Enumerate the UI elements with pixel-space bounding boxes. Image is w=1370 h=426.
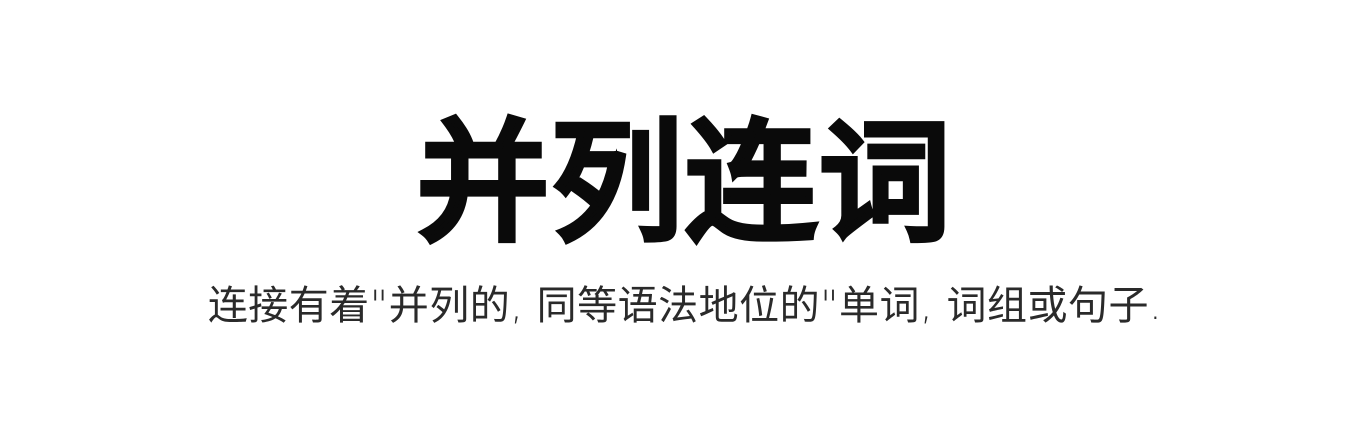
slide-canvas: 并列连词 连接有着"并列的, 同等语法地位的"单词, 词组或句子. (0, 0, 1370, 426)
slide-subtitle: 连接有着"并列的, 同等语法地位的"单词, 词组或句子. (207, 283, 1163, 329)
slide-title: 并列连词 (416, 105, 953, 263)
